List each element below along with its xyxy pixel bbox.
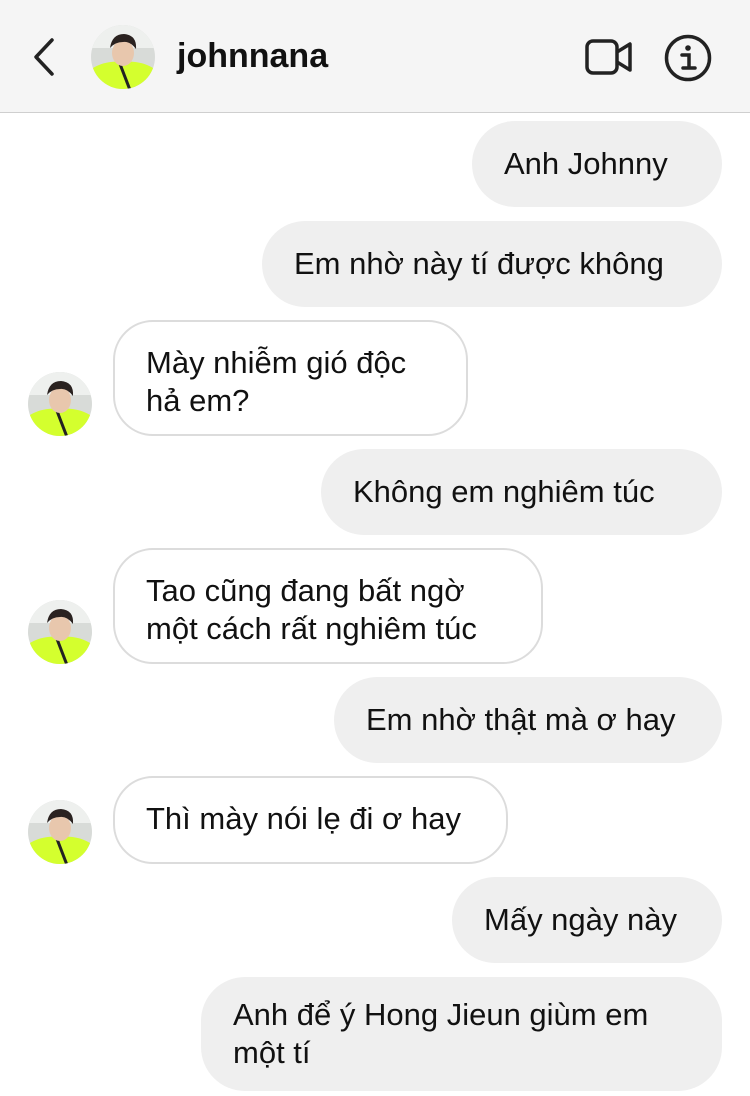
received-message[interactable]: Thì mày nói lẹ đi ơ hay (113, 776, 508, 864)
sent-message[interactable]: Anh để ý Hong Jieun giùm em một tí (201, 977, 722, 1091)
chat-header: johnnana (0, 0, 750, 113)
sent-message[interactable]: Em nhờ thật mà ơ hay (334, 677, 722, 763)
received-message[interactable]: Mày nhiễm gió độc hả em? (113, 320, 468, 436)
video-call-button[interactable] (580, 32, 638, 82)
info-button[interactable] (660, 30, 716, 86)
chat-username[interactable]: johnnana (177, 34, 328, 78)
info-icon (664, 34, 712, 82)
sent-message[interactable]: Không em nghiêm túc (321, 449, 722, 535)
received-message[interactable]: Tao cũng đang bất ngờ một cách rất nghiê… (113, 548, 543, 664)
sender-avatar[interactable] (27, 371, 93, 437)
sent-message[interactable]: Em nhờ này tí được không (262, 221, 722, 307)
video-camera-icon (585, 39, 632, 75)
chevron-left-icon (34, 38, 54, 76)
sender-avatar[interactable] (27, 799, 93, 865)
header-avatar[interactable] (90, 24, 156, 90)
sent-message[interactable]: Mấy ngày này (452, 877, 722, 963)
sender-avatar[interactable] (27, 599, 93, 665)
back-button[interactable] (22, 30, 66, 84)
sent-message[interactable]: Anh Johnny (472, 121, 722, 207)
